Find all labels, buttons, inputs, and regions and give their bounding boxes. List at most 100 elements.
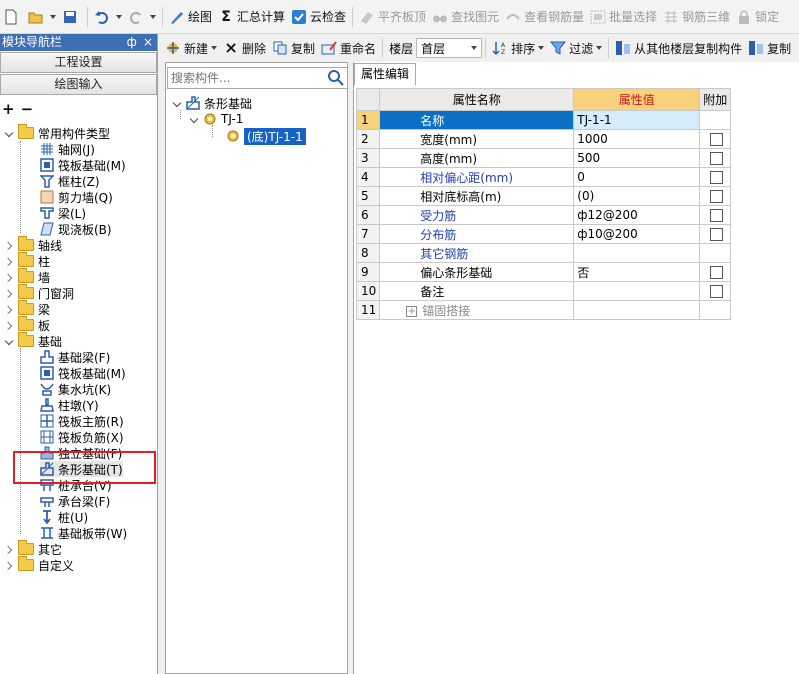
header-extra[interactable]: 附加: [699, 88, 732, 111]
property-value[interactable]: 否: [573, 262, 701, 282]
tree-node-beam[interactable]: 梁: [5, 300, 50, 317]
chevron-down-icon[interactable]: [5, 337, 14, 346]
chevron-down-icon[interactable]: [173, 99, 182, 108]
header-property-value[interactable]: 属性值: [573, 88, 701, 111]
table-row[interactable]: 11 + 锚固搭接: [355, 300, 732, 320]
property-name[interactable]: 受力筋: [379, 205, 575, 225]
table-row[interactable]: 6 受力筋 ф12@200: [355, 205, 732, 225]
flush-top-button[interactable]: 平齐板顶: [356, 4, 429, 30]
chevron-right-icon[interactable]: [5, 289, 14, 298]
save-button[interactable]: [59, 4, 84, 30]
property-name[interactable]: 偏心条形基础: [379, 262, 575, 282]
property-value[interactable]: [573, 281, 701, 301]
expand-icon[interactable]: +: [406, 305, 418, 317]
tree-item-raft-foundation[interactable]: 筏板基础(M): [40, 157, 126, 173]
property-value[interactable]: 1000: [573, 129, 701, 149]
property-name[interactable]: 备注: [379, 281, 575, 301]
open-file-button[interactable]: [25, 4, 59, 30]
tree-item-cast-slab[interactable]: 现浇板(B): [40, 221, 112, 237]
table-row[interactable]: 9 偏心条形基础 否: [355, 262, 732, 282]
tree-node-other[interactable]: 其它: [5, 540, 62, 557]
extra-checkbox[interactable]: [710, 227, 724, 241]
tree-item-pile[interactable]: 桩(U): [40, 509, 88, 525]
tree-node-common[interactable]: 常用构件类型: [5, 124, 110, 141]
chevron-down-icon[interactable]: [190, 115, 199, 124]
sum-calc-button[interactable]: Σ 汇总计算: [215, 4, 288, 30]
property-name[interactable]: 相对底标高(m): [379, 186, 575, 206]
tree-item-axis-grid[interactable]: 轴网(J): [40, 141, 95, 157]
drawing-input-button[interactable]: 绘图输入: [0, 74, 157, 95]
copy-from-floor-button[interactable]: 从其他楼层复制构件: [612, 36, 745, 60]
table-row[interactable]: 10 备注: [355, 281, 732, 301]
header-property-name[interactable]: 属性名称: [379, 88, 575, 111]
property-value[interactable]: [573, 300, 701, 320]
property-value[interactable]: ф10@200: [573, 224, 701, 244]
view-rebar-button[interactable]: 查看钢筋量: [502, 4, 587, 30]
search-icon[interactable]: [327, 69, 345, 87]
tree-item-raft-main-rebar[interactable]: 筏板主筋(R): [40, 413, 124, 429]
tree-node-custom[interactable]: 自定义: [5, 556, 74, 573]
tree-item-foundation-beam[interactable]: 基础梁(F): [40, 349, 110, 365]
chevron-down-icon[interactable]: [5, 129, 14, 138]
property-name[interactable]: 相对偏心距(mm): [379, 167, 575, 187]
delete-button[interactable]: × 删除: [220, 36, 269, 60]
tree-item-sump-pit[interactable]: 集水坑(K): [40, 381, 111, 397]
find-element-button[interactable]: 查找图元: [429, 4, 502, 30]
filter-button[interactable]: 过滤: [547, 36, 605, 60]
table-row[interactable]: 5 相对底标高(m) (0): [355, 186, 732, 206]
cloud-check-button[interactable]: 云检查: [288, 4, 349, 30]
chevron-right-icon[interactable]: [5, 273, 14, 282]
extra-checkbox[interactable]: [710, 208, 724, 222]
tree-node-column[interactable]: 柱: [5, 252, 50, 269]
component-tree-root[interactable]: 条形基础: [173, 95, 252, 111]
tree-item-isolated-footing[interactable]: 独立基础(F): [40, 445, 122, 461]
new-file-button[interactable]: [0, 4, 25, 30]
chevron-right-icon[interactable]: [5, 561, 14, 570]
property-name[interactable]: 宽度(mm): [379, 129, 575, 149]
property-name-cell[interactable]: + 锚固搭接: [379, 300, 575, 320]
expand-all-icon[interactable]: +: [2, 100, 15, 118]
sort-button[interactable]: AZ 排序: [489, 36, 547, 60]
property-value[interactable]: TJ-1-1: [573, 110, 701, 130]
table-row[interactable]: 2 宽度(mm) 1000: [355, 129, 732, 149]
undo-button[interactable]: [91, 4, 125, 30]
table-row[interactable]: 3 高度(mm) 500: [355, 148, 732, 168]
lock-button[interactable]: 锁定: [733, 4, 782, 30]
search-input[interactable]: [168, 68, 318, 88]
property-value[interactable]: [573, 243, 701, 263]
property-value[interactable]: 500: [573, 148, 701, 168]
tree-item-frame-column[interactable]: 框柱(Z): [40, 173, 100, 189]
property-name[interactable]: 高度(mm): [379, 148, 575, 168]
table-row[interactable]: 8 其它钢筋: [355, 243, 732, 263]
chevron-right-icon[interactable]: [5, 321, 14, 330]
collapse-all-icon[interactable]: −: [21, 100, 34, 118]
extra-checkbox[interactable]: [710, 151, 724, 165]
floor-select[interactable]: 首层: [416, 38, 483, 58]
close-icon[interactable]: ×: [143, 34, 153, 51]
extra-checkbox[interactable]: [710, 284, 724, 298]
pin-icon[interactable]: ф: [127, 34, 137, 51]
tree-node-door-window[interactable]: 门窗洞: [5, 284, 74, 301]
extra-checkbox[interactable]: [710, 170, 724, 184]
tree-item-strip-foundation[interactable]: 条形基础(T): [40, 461, 123, 477]
new-component-button[interactable]: 新建: [162, 36, 220, 60]
project-settings-button[interactable]: 工程设置: [0, 52, 157, 73]
chevron-right-icon[interactable]: [5, 257, 14, 266]
extra-checkbox[interactable]: [710, 132, 724, 146]
property-name[interactable]: 名称: [379, 110, 575, 130]
property-name[interactable]: 其它钢筋: [379, 243, 575, 263]
table-row[interactable]: 4 相对偏心距(mm) 0: [355, 167, 732, 187]
tree-node-wall[interactable]: 墙: [5, 268, 50, 285]
tree-item-column-pier[interactable]: 柱墩(Y): [40, 397, 99, 413]
tree-item-raft-foundation-2[interactable]: 筏板基础(M): [40, 365, 126, 381]
chevron-right-icon[interactable]: [5, 241, 14, 250]
property-name[interactable]: 分布筋: [379, 224, 575, 244]
extra-checkbox[interactable]: [710, 265, 724, 279]
rebar-3d-button[interactable]: 钢筋三维: [660, 4, 733, 30]
tree-item-foundation-strip[interactable]: 基础板带(W): [40, 525, 127, 541]
property-value[interactable]: ф12@200: [573, 205, 701, 225]
tree-node-slab[interactable]: 板: [5, 316, 50, 333]
tree-item-cap-beam[interactable]: 承台梁(F): [40, 493, 110, 509]
rename-button[interactable]: 重命名: [318, 36, 379, 60]
chevron-right-icon[interactable]: [5, 545, 14, 554]
